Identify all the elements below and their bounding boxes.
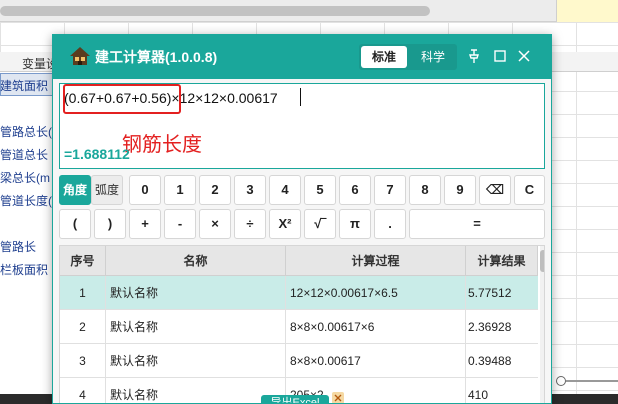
row-result: 2.36928 [468, 320, 512, 334]
row-index: 3 [60, 344, 106, 378]
expression-display[interactable]: (0.67+0.67+0.56)×12×12×0.00617 钢筋长度 =1.6… [59, 83, 545, 169]
annotation-text: 钢筋长度 [122, 134, 202, 156]
pin-icon[interactable] [465, 47, 483, 65]
table-row[interactable]: 2 默认名称 8×8×0.00617×6 2.36928 [60, 310, 538, 344]
mode-standard-tab[interactable]: 标准 [361, 46, 407, 68]
background-row-label[interactable]: 管道长度(m [0, 192, 58, 209]
key-5[interactable]: 5 [304, 175, 336, 205]
background-highlight-cell [556, 0, 618, 22]
key-8[interactable]: 8 [409, 175, 441, 205]
zoom-slider-track [566, 380, 618, 382]
row-index: 2 [60, 310, 106, 344]
background-row-label[interactable]: 管路长 [0, 238, 58, 255]
scrollbar-thumb[interactable] [540, 250, 544, 272]
key-0[interactable]: 0 [129, 175, 161, 205]
row-result: 410 [468, 388, 489, 402]
maximize-icon[interactable] [491, 47, 509, 65]
row-name: 默认名称 [106, 276, 286, 310]
row-process: 8×8×0.00617 [286, 344, 466, 378]
key-decimal[interactable]: . [374, 209, 406, 239]
row-index: 1 [60, 276, 106, 310]
calculator-window: 建工计算器(1.0.0.8) 标准 科学 (0.67+0.67+0.56)×12… [52, 34, 552, 404]
key-equals[interactable]: = [409, 209, 545, 239]
row-process: 12×12×0.00617×6.5 [286, 276, 466, 310]
radian-mode-button[interactable]: 弧度 [91, 175, 123, 205]
background-row-label[interactable]: 建筑面积 [0, 77, 58, 94]
zoom-slider[interactable] [556, 376, 618, 386]
table-row[interactable]: 1 默认名称 12×12×0.00617×6.5 5.77512 [60, 276, 538, 310]
row-index: 4 [60, 378, 106, 403]
expression-part-2: ×12×12×0.00617 [171, 90, 278, 106]
result-text: =1.688112 [64, 146, 130, 162]
zoom-slider-knob[interactable] [556, 376, 566, 386]
key-1[interactable]: 1 [164, 175, 196, 205]
row-name: 默认名称 [106, 378, 286, 403]
key-3[interactable]: 3 [234, 175, 266, 205]
export-excel-button[interactable]: 导出Excel [261, 395, 329, 403]
key-square[interactable]: X² [269, 209, 301, 239]
background-row-label[interactable]: 管路总长(m [0, 123, 58, 140]
key-9[interactable]: 9 [444, 175, 476, 205]
key-close-paren[interactable]: ) [94, 209, 126, 239]
clear-button[interactable]: C [514, 175, 545, 205]
backspace-icon[interactable]: ⌫ [479, 175, 511, 205]
title-bar[interactable]: 建工计算器(1.0.0.8) 标准 科学 [53, 35, 551, 79]
row-result: 5.77512 [468, 286, 512, 300]
history-table: 序号 名称 计算过程 计算结果 1 默认名称 12×12×0.00617×6.5… [59, 245, 545, 403]
row-name: 默认名称 [106, 310, 286, 344]
background-name-column [0, 52, 58, 394]
key-divide[interactable]: ÷ [234, 209, 266, 239]
key-multiply[interactable]: × [199, 209, 231, 239]
mode-switch: 标准 科学 [359, 44, 457, 70]
column-header-result: 计算结果 [466, 246, 538, 276]
scrollbar-thumb[interactable] [0, 6, 430, 16]
column-header-process: 计算过程 [286, 246, 466, 276]
row-name: 默认名称 [106, 344, 286, 378]
degree-mode-button[interactable]: 角度 [59, 175, 91, 205]
column-header-name: 名称 [106, 246, 286, 276]
key-6[interactable]: 6 [339, 175, 371, 205]
house-icon [70, 47, 90, 65]
background-horizontal-scrollbar[interactable] [0, 0, 618, 22]
table-row[interactable]: 3 默认名称 8×8×0.00617 0.39488 [60, 344, 538, 378]
key-plus[interactable]: + [129, 209, 161, 239]
key-pi[interactable]: π [339, 209, 371, 239]
excel-icon[interactable] [331, 391, 345, 404]
column-header-index: 序号 [60, 246, 106, 276]
row-result: 0.39488 [468, 354, 512, 368]
text-caret [300, 88, 301, 106]
mode-science-tab[interactable]: 科学 [411, 46, 455, 68]
key-4[interactable]: 4 [269, 175, 301, 205]
key-2[interactable]: 2 [199, 175, 231, 205]
close-icon[interactable] [515, 47, 533, 65]
key-minus[interactable]: - [164, 209, 196, 239]
key-open-paren[interactable]: ( [59, 209, 91, 239]
background-row-label[interactable]: 栏板面积 [0, 261, 58, 278]
annotation-highlight-box [63, 84, 181, 114]
key-7[interactable]: 7 [374, 175, 406, 205]
window-title: 建工计算器(1.0.0.8) [95, 49, 218, 65]
key-sqrt[interactable]: √‾ [304, 209, 336, 239]
background-row-label[interactable]: 管道总长 [0, 146, 58, 163]
table-vertical-scrollbar[interactable] [540, 246, 544, 403]
row-process: 8×8×0.00617×6 [286, 310, 466, 344]
background-row-label[interactable]: 梁总长(m [0, 169, 58, 186]
